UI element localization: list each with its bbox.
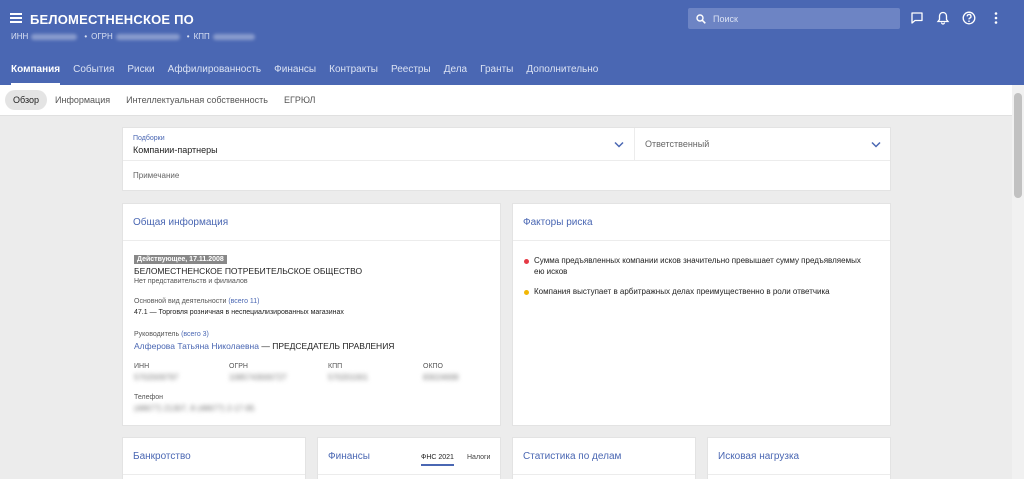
ogrn-value bbox=[115, 33, 180, 40]
finance-tab-fns[interactable]: ФНС 2021 bbox=[421, 454, 454, 466]
code-label-ogrn: ОГРН bbox=[229, 363, 248, 370]
scrollbar-thumb[interactable] bbox=[1014, 93, 1022, 198]
tab-affiliation[interactable]: Аффилированность bbox=[168, 64, 262, 85]
page-scrollbar[interactable] bbox=[1012, 85, 1024, 479]
risk-item: Сумма предъявленных компании исков значи… bbox=[534, 256, 861, 276]
selections-value: Компании-партнеры bbox=[133, 145, 218, 155]
risk-dot-medium bbox=[524, 290, 529, 295]
ogrn-label: ОГРН bbox=[91, 32, 113, 41]
code-value-inn: 5702009797 bbox=[134, 373, 179, 382]
bankruptcy-card: Банкротство bbox=[122, 437, 306, 479]
more-vertical-icon[interactable] bbox=[989, 11, 1003, 25]
tab-additional[interactable]: Дополнительно bbox=[526, 64, 598, 85]
responsible-placeholder: Ответственный bbox=[645, 139, 710, 149]
tab-registers[interactable]: Реестры bbox=[391, 64, 431, 85]
claims-card: Исковая нагрузка bbox=[707, 437, 891, 479]
chevron-down-icon bbox=[871, 141, 881, 148]
tab-risks[interactable]: Риски bbox=[127, 64, 154, 85]
search-input[interactable] bbox=[713, 13, 883, 24]
sub-nav: Обзор Информация Интеллектуальная собств… bbox=[0, 85, 1012, 116]
finance-tab-taxes[interactable]: Налоги bbox=[467, 454, 490, 464]
subtab-overview[interactable]: Обзор bbox=[5, 90, 47, 110]
case-stats-title: Статистика по делам bbox=[523, 451, 622, 462]
branches-text: Нет представительств и филиалов bbox=[134, 278, 248, 285]
code-label-inn: ИНН bbox=[134, 363, 150, 370]
code-value-okpo: 83024699 bbox=[423, 373, 459, 382]
search-icon bbox=[696, 13, 706, 24]
inn-label: ИНН bbox=[11, 32, 29, 41]
inn-value bbox=[31, 33, 78, 40]
claims-title: Исковая нагрузка bbox=[718, 451, 800, 462]
company-ids: ИНН • ОГРН • КПП bbox=[11, 32, 258, 41]
phone-value: (48677) 21307, 8 (48677) 2-17-95 bbox=[134, 404, 255, 413]
head-row: Алферова Татьяна Николаевна — ПРЕДСЕДАТЕ… bbox=[134, 341, 394, 351]
general-info-title: Общая информация bbox=[133, 217, 229, 228]
kpp-value bbox=[212, 33, 255, 40]
code-value-kpp: 570201001 bbox=[328, 373, 369, 382]
risk-item: Компания выступает в арбитражных делах п… bbox=[534, 287, 830, 296]
note-field[interactable]: Примечание bbox=[133, 171, 179, 180]
finance-card: Финансы ФНС 2021 Налоги bbox=[317, 437, 501, 479]
risk-factors-card: Факторы риска Сумма предъявленных компан… bbox=[512, 203, 891, 426]
risk-dot-high bbox=[524, 259, 529, 264]
selections-label: Подборки bbox=[133, 135, 165, 142]
subtab-info[interactable]: Информация bbox=[47, 90, 118, 110]
activity-label: Основной вид деятельности (всего 11) bbox=[134, 298, 260, 305]
kpp-label: КПП bbox=[193, 32, 210, 41]
full-name: БЕЛОМЕСТНЕНСКОЕ ПОТРЕБИТЕЛЬСКОЕ ОБЩЕСТВО bbox=[134, 266, 363, 276]
main-nav: Компания События Риски Аффилированность … bbox=[11, 64, 611, 85]
subtab-egrul[interactable]: ЕГРЮЛ bbox=[276, 90, 323, 110]
activity-value: 47.1 — Торговля розничная в неспециализи… bbox=[134, 309, 344, 316]
tab-grants[interactable]: Гранты bbox=[480, 64, 513, 85]
head-all-link[interactable]: (всего 3) bbox=[181, 331, 209, 338]
head-name-link[interactable]: Алферова Татьяна Николаевна bbox=[134, 341, 259, 351]
code-label-kpp: КПП bbox=[328, 363, 343, 370]
tab-company[interactable]: Компания bbox=[11, 64, 61, 85]
head-label: Руководитель (всего 3) bbox=[134, 331, 209, 338]
code-value-ogrn: 1085743000727 bbox=[229, 373, 287, 382]
case-stats-card: Статистика по делам bbox=[512, 437, 696, 479]
status-badge: Действующее, 17.11.2008 bbox=[134, 255, 227, 264]
risk-factors-title: Факторы риска bbox=[523, 217, 593, 228]
head-role: — ПРЕДСЕДАТЕЛЬ ПРАВЛЕНИЯ bbox=[261, 341, 395, 351]
search-box[interactable] bbox=[688, 8, 900, 29]
subtab-ip[interactable]: Интеллектуальная собственность bbox=[118, 90, 276, 110]
chat-icon[interactable] bbox=[910, 11, 924, 25]
responsible-select[interactable]: Ответственный bbox=[635, 128, 892, 160]
phone-label: Телефон bbox=[134, 394, 164, 401]
menu-icon[interactable] bbox=[10, 13, 22, 23]
activity-all-link[interactable]: (всего 11) bbox=[228, 298, 259, 305]
page-title: БЕЛОМЕСТНЕНСКОЕ ПО bbox=[30, 12, 194, 27]
help-icon[interactable] bbox=[962, 11, 976, 25]
tab-finance[interactable]: Финансы bbox=[274, 64, 316, 85]
selections-select[interactable]: Подборки Компании-партнеры bbox=[123, 128, 635, 160]
finance-title: Финансы bbox=[328, 451, 370, 462]
tab-contracts[interactable]: Контракты bbox=[329, 64, 378, 85]
bankruptcy-title: Банкротство bbox=[133, 451, 191, 462]
app-header: БЕЛОМЕСТНЕНСКОЕ ПО ИНН • ОГРН • КПП Комп… bbox=[0, 0, 1024, 85]
selections-card: Подборки Компании-партнеры Ответственный… bbox=[122, 127, 891, 191]
general-info-card: Общая информация Действующее, 17.11.2008… bbox=[122, 203, 501, 426]
tab-events[interactable]: События bbox=[73, 64, 114, 85]
bell-icon[interactable] bbox=[936, 11, 950, 25]
code-label-okpo: ОКПО bbox=[423, 363, 443, 370]
tab-cases[interactable]: Дела bbox=[444, 64, 467, 85]
chevron-down-icon bbox=[614, 141, 624, 148]
